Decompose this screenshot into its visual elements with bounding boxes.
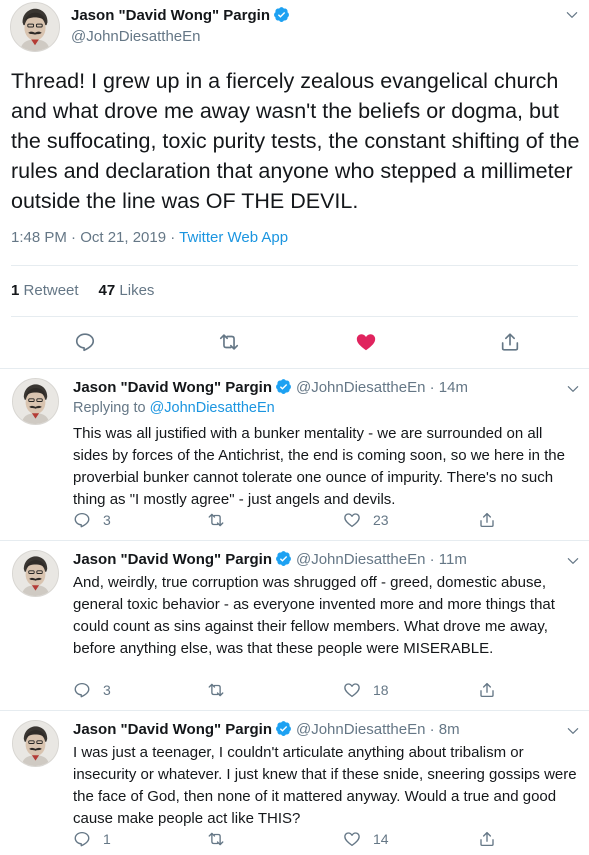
author-portrait-icon xyxy=(13,379,58,424)
reply-actions: 3 18 xyxy=(73,681,513,703)
replying-to: Replying to @JohnDiesattheEn xyxy=(73,400,275,416)
author-portrait-icon xyxy=(13,551,58,596)
author-portrait-icon xyxy=(13,721,58,766)
share-button[interactable] xyxy=(499,331,521,353)
author-portrait-icon xyxy=(11,3,59,51)
retweets-count: 1 xyxy=(11,282,20,299)
divider xyxy=(0,710,589,711)
reply-button[interactable]: 3 xyxy=(73,681,111,699)
chevron-down-icon[interactable] xyxy=(565,8,579,22)
reply-icon xyxy=(73,681,91,699)
avatar[interactable] xyxy=(12,378,59,425)
reply-icon xyxy=(73,511,91,529)
tweet-actions xyxy=(0,326,589,360)
like-button[interactable]: 23 xyxy=(343,511,389,529)
avatar[interactable] xyxy=(12,720,59,767)
tweet-text: Thread! I grew up in a fiercely zealous … xyxy=(11,69,580,213)
share-icon xyxy=(478,830,496,848)
verified-badge-icon xyxy=(275,378,292,395)
share-button[interactable] xyxy=(478,511,496,529)
likes-count: 47 xyxy=(98,282,116,299)
heart-icon xyxy=(343,511,361,529)
author-name[interactable]: Jason "David Wong" Pargin xyxy=(73,379,272,396)
reply-icon xyxy=(74,331,96,353)
verified-badge-icon xyxy=(273,6,290,23)
divider xyxy=(11,316,578,317)
retweet-button[interactable] xyxy=(207,681,225,699)
reply-tweet[interactable]: Jason "David Wong" Pargin @JohnDiesattheE… xyxy=(0,720,589,855)
reply-count: 1 xyxy=(103,831,111,847)
tweet-timestamp: 1:48 PM · Oct 21, 2019 · Twitter Web App xyxy=(11,229,288,246)
retweet-icon xyxy=(218,331,240,353)
source-app-link[interactable]: Twitter Web App xyxy=(179,229,288,246)
like-count: 14 xyxy=(373,831,389,847)
reply-count: 3 xyxy=(103,512,111,528)
reply-header: Jason "David Wong" Pargin @JohnDiesattheE… xyxy=(73,550,467,568)
retweets-label: Retweet xyxy=(23,282,79,299)
like-button[interactable]: 18 xyxy=(343,681,389,699)
heart-icon xyxy=(343,681,361,699)
reply-button[interactable]: 3 xyxy=(73,511,111,529)
like-button[interactable]: 14 xyxy=(343,830,389,848)
author-handle[interactable]: @JohnDiesattheEn xyxy=(71,28,200,45)
author-handle[interactable]: @JohnDiesattheEn · 8m xyxy=(296,721,460,738)
replying-to-label: Replying to xyxy=(73,400,150,416)
reply-actions: 3 23 xyxy=(73,511,513,533)
share-icon xyxy=(499,331,521,353)
like-count: 23 xyxy=(373,512,389,528)
author-name-text[interactable]: Jason "David Wong" Pargin xyxy=(71,7,270,24)
retweet-icon xyxy=(207,830,225,848)
share-button[interactable] xyxy=(478,830,496,848)
reply-text: I was just a teenager, I couldn't articu… xyxy=(73,744,577,827)
reply-header: Jason "David Wong" Pargin @JohnDiesattheE… xyxy=(73,720,460,738)
reply-text: This was all justified with a bunker men… xyxy=(73,425,565,508)
author-name[interactable]: Jason "David Wong" Pargin xyxy=(73,551,272,568)
chevron-down-icon[interactable] xyxy=(566,724,580,738)
like-count: 18 xyxy=(373,682,389,698)
like-button[interactable] xyxy=(355,331,377,353)
retweet-button[interactable] xyxy=(207,511,225,529)
replying-to-handle[interactable]: @JohnDiesattheEn xyxy=(150,400,275,416)
reply-actions: 1 14 xyxy=(73,830,513,852)
share-icon xyxy=(478,511,496,529)
verified-badge-icon xyxy=(275,720,292,737)
likes-stat[interactable]: 47 Likes xyxy=(99,282,155,299)
reply-button[interactable] xyxy=(74,331,96,353)
retweet-button[interactable] xyxy=(218,331,240,353)
author-name[interactable]: Jason "David Wong" Pargin xyxy=(71,6,290,24)
engagement-stats: 1 Retweet 47 Likes xyxy=(11,282,154,299)
heart-icon xyxy=(355,331,377,353)
avatar[interactable] xyxy=(10,2,60,52)
author-handle[interactable]: @JohnDiesattheEn · 14m xyxy=(296,379,468,396)
reply-tweet[interactable]: Jason "David Wong" Pargin @JohnDiesattheE… xyxy=(0,378,589,540)
chevron-down-icon[interactable] xyxy=(566,554,580,568)
chevron-down-icon[interactable] xyxy=(566,382,580,396)
reply-count: 3 xyxy=(103,682,111,698)
divider xyxy=(11,265,578,266)
verified-badge-icon xyxy=(275,550,292,567)
reply-icon xyxy=(73,830,91,848)
reply-header: Jason "David Wong" Pargin @JohnDiesattheE… xyxy=(73,378,468,396)
divider xyxy=(0,540,589,541)
author-handle[interactable]: @JohnDiesattheEn · 11m xyxy=(296,551,467,568)
tweet-time[interactable]: 1:48 PM · Oct 21, 2019 · xyxy=(11,229,179,246)
reply-tweet[interactable]: Jason "David Wong" Pargin @JohnDiesattheE… xyxy=(0,550,589,710)
retweet-button[interactable] xyxy=(207,830,225,848)
retweet-icon xyxy=(207,511,225,529)
avatar[interactable] xyxy=(12,550,59,597)
reply-button[interactable]: 1 xyxy=(73,830,111,848)
retweets-stat[interactable]: 1 Retweet xyxy=(11,282,79,299)
share-button[interactable] xyxy=(478,681,496,699)
share-icon xyxy=(478,681,496,699)
main-tweet: Jason "David Wong" Pargin @JohnDiesatthe… xyxy=(0,0,589,368)
likes-label: Likes xyxy=(119,282,155,299)
author-name[interactable]: Jason "David Wong" Pargin xyxy=(73,721,272,738)
reply-text: And, weirdly, true corruption was shrugg… xyxy=(73,574,555,657)
retweet-icon xyxy=(207,681,225,699)
heart-icon xyxy=(343,830,361,848)
divider xyxy=(0,368,589,369)
